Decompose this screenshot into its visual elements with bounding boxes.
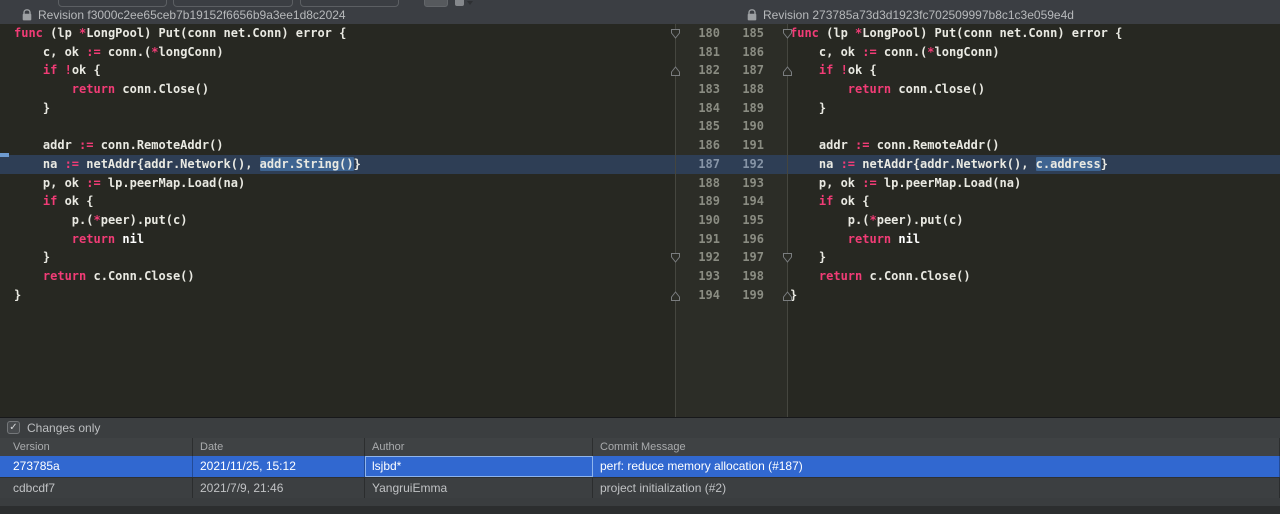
line-number: 192 <box>675 155 764 174</box>
changes-only-checkbox[interactable]: ✓ <box>7 421 20 434</box>
chevron-down-icon <box>467 1 473 5</box>
lock-icon <box>747 9 757 21</box>
line-number: 190 <box>675 117 764 136</box>
table-row[interactable]: cdbcdf72021/7/9, 21:46YangruiEmmaproject… <box>0 477 1280 499</box>
history-table-header: VersionDateAuthorCommit Message <box>0 438 1280 456</box>
line-number: 189 <box>675 99 764 118</box>
table-cell[interactable]: 2021/11/25, 15:12 <box>193 456 365 477</box>
line-number: 191 <box>675 136 764 155</box>
settings-icon[interactable] <box>455 0 464 6</box>
line-number: 198 <box>675 267 764 286</box>
table-cell[interactable]: YangruiEmma <box>365 478 593 499</box>
left-revision-title: Revision f3000c2ee65ceb7b19152f6656b9a3e… <box>22 0 346 24</box>
code-line: p, ok := lp.peerMap.Load(na) <box>14 174 361 193</box>
diff-editor[interactable]: func (lp *LongPool) Put(conn net.Conn) e… <box>0 24 1280 417</box>
code-line: p.(*peer).put(c) <box>790 211 1122 230</box>
line-number: 197 <box>675 248 764 267</box>
code-line: func (lp *LongPool) Put(conn net.Conn) e… <box>790 24 1122 43</box>
code-line: if !ok { <box>790 61 1122 80</box>
code-line: } <box>790 99 1122 118</box>
toolbar-button[interactable] <box>424 0 448 7</box>
code-line: if !ok { <box>14 61 361 80</box>
code-line: na := netAddr{addr.Network(), c.address} <box>790 155 1122 174</box>
line-number: 195 <box>675 211 764 230</box>
fold-marker-icon[interactable] <box>782 27 793 39</box>
fold-marker-icon[interactable] <box>670 64 681 76</box>
fold-marker-icon[interactable] <box>782 64 793 76</box>
table-cell[interactable]: perf: reduce memory allocation (#187) <box>593 456 1280 477</box>
history-table-empty-area <box>0 498 1280 506</box>
code-line: if ok { <box>790 192 1122 211</box>
lock-icon <box>22 9 32 21</box>
code-line <box>14 117 361 136</box>
code-line: addr := conn.RemoteAddr() <box>790 136 1122 155</box>
gutter-right-separator <box>787 24 788 417</box>
code-line: c, ok := conn.(*longConn) <box>14 43 361 62</box>
code-line: p, ok := lp.peerMap.Load(na) <box>790 174 1122 193</box>
code-line: return nil <box>14 230 361 249</box>
left-revision-label: Revision f3000c2ee65ceb7b19152f6656b9a3e… <box>38 8 346 22</box>
fold-marker-icon[interactable] <box>670 27 681 39</box>
code-line: na := netAddr{addr.Network(), addr.Strin… <box>14 155 361 174</box>
table-cell[interactable]: lsjbd* <box>365 456 593 477</box>
code-line <box>790 117 1122 136</box>
right-line-numbers: 1851861871881891901911921931941951961971… <box>675 24 764 304</box>
code-line: } <box>14 99 361 118</box>
check-icon: ✓ <box>9 422 17 433</box>
code-line: } <box>14 248 361 267</box>
code-line: return nil <box>790 230 1122 249</box>
line-number: 186 <box>675 43 764 62</box>
fold-marker-icon[interactable] <box>670 251 681 263</box>
right-code-pane[interactable]: func (lp *LongPool) Put(conn net.Conn) e… <box>790 24 1122 304</box>
code-line: if ok { <box>14 192 361 211</box>
code-line: return c.Conn.Close() <box>790 267 1122 286</box>
fold-marker-icon[interactable] <box>782 289 793 301</box>
column-header-date[interactable]: Date <box>193 438 365 456</box>
right-revision-title: Revision 273785a73d3d1923fc702509997b8c1… <box>747 0 1074 24</box>
right-revision-label: Revision 273785a73d3d1923fc702509997b8c1… <box>763 8 1074 22</box>
table-cell[interactable]: cdbcdf7 <box>0 478 193 499</box>
changes-only-label: Changes only <box>27 418 100 438</box>
code-line: c, ok := conn.(*longConn) <box>790 43 1122 62</box>
table-cell[interactable]: 2021/7/9, 21:46 <box>193 478 365 499</box>
code-line: p.(*peer).put(c) <box>14 211 361 230</box>
line-number: 199 <box>675 286 764 305</box>
diff-header-bar: Revision f3000c2ee65ceb7b19152f6656b9a3e… <box>0 0 1280 24</box>
history-options-bar: ✓ Changes only <box>0 418 1280 438</box>
change-marker <box>0 153 9 157</box>
left-code-pane[interactable]: func (lp *LongPool) Put(conn net.Conn) e… <box>14 24 361 304</box>
code-line: func (lp *LongPool) Put(conn net.Conn) e… <box>14 24 361 43</box>
column-header-commit-message[interactable]: Commit Message <box>593 438 1280 456</box>
table-cell[interactable]: project initialization (#2) <box>593 478 1280 499</box>
column-header-author[interactable]: Author <box>365 438 593 456</box>
code-line: return conn.Close() <box>790 80 1122 99</box>
code-line: } <box>790 286 1122 305</box>
code-line: return conn.Close() <box>14 80 361 99</box>
code-line: } <box>14 286 361 305</box>
code-line: addr := conn.RemoteAddr() <box>14 136 361 155</box>
fold-marker-icon[interactable] <box>670 289 681 301</box>
line-number: 196 <box>675 230 764 249</box>
fold-marker-icon[interactable] <box>782 251 793 263</box>
code-line: return c.Conn.Close() <box>14 267 361 286</box>
code-line: } <box>790 248 1122 267</box>
line-number: 193 <box>675 174 764 193</box>
column-header-version[interactable]: Version <box>0 438 193 456</box>
table-cell[interactable]: 273785a <box>0 456 193 477</box>
line-number: 185 <box>675 24 764 43</box>
bottom-strip <box>0 506 1280 514</box>
line-number: 187 <box>675 61 764 80</box>
history-table[interactable]: VersionDateAuthorCommit Message 273785a2… <box>0 438 1280 498</box>
line-number: 194 <box>675 192 764 211</box>
table-row[interactable]: 273785a2021/11/25, 15:12lsjbd*perf: redu… <box>0 456 1280 477</box>
line-number: 188 <box>675 80 764 99</box>
